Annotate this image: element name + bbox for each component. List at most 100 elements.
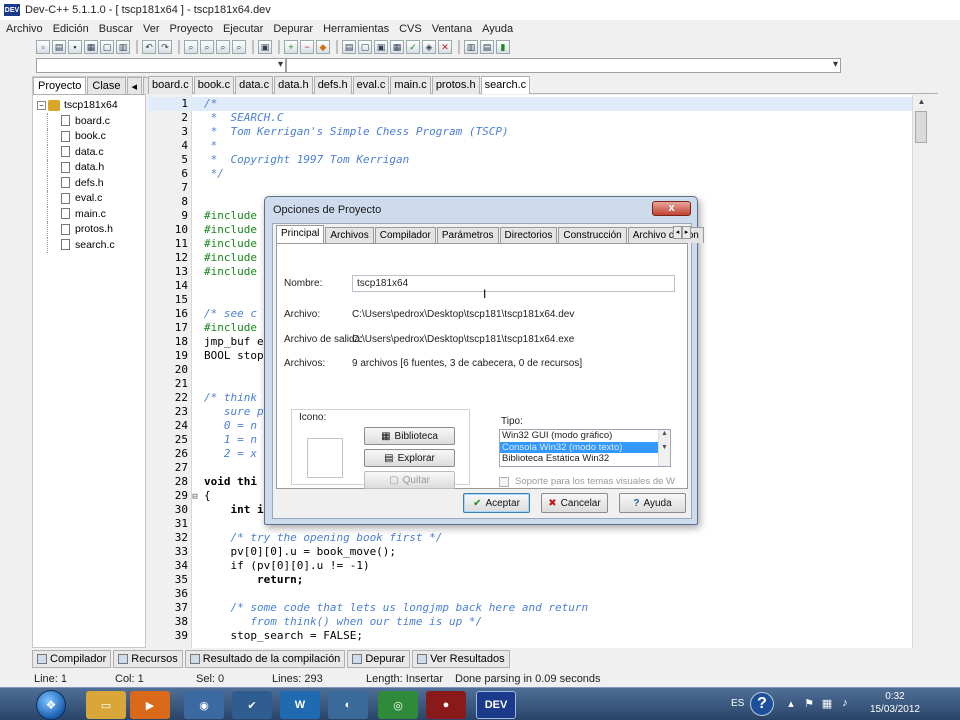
listbox-scrollbar[interactable]: ▲ ▼ xyxy=(658,430,670,466)
file-tab[interactable]: board.c xyxy=(148,76,193,94)
redo-icon[interactable]: ↷ xyxy=(158,40,172,54)
replace-icon[interactable]: ⌕ xyxy=(200,40,214,54)
cancelar-button[interactable]: ✖ Cancelar xyxy=(541,493,608,513)
tab-scroll-right-icon[interactable]: ▸ xyxy=(682,226,691,239)
tab-construccion[interactable]: Construcción xyxy=(558,227,627,243)
code-line[interactable]: 37 /* some code that lets us longjmp bac… xyxy=(148,601,912,615)
menu-cvs[interactable]: CVS xyxy=(399,23,422,35)
menu-proyecto[interactable]: Proyecto xyxy=(170,23,213,35)
find-icon[interactable]: ⌕ xyxy=(184,40,198,54)
compile-icon[interactable]: ▤ xyxy=(342,40,356,54)
code-line[interactable]: 36 xyxy=(148,587,912,601)
tree-file[interactable]: data.c xyxy=(33,144,145,160)
tab-principal[interactable]: Principal xyxy=(276,225,325,243)
explorar-button[interactable]: ▤ Explorar xyxy=(364,449,455,467)
tipo-option[interactable]: Win32 GUI (modo gráfico) xyxy=(500,430,670,442)
tab-compilador[interactable]: Compilador xyxy=(374,227,436,243)
file-tab[interactable]: book.c xyxy=(193,76,235,94)
save-icon[interactable]: ▪ xyxy=(68,40,82,54)
menu-edicion[interactable]: Edición xyxy=(53,23,89,35)
chrome-icon[interactable]: ◎ xyxy=(378,691,418,719)
tab-scroll-left-icon[interactable]: ◂ xyxy=(673,226,682,239)
tipo-option-selected[interactable]: Consola Win32 (modo texto) xyxy=(500,441,670,453)
code-line[interactable]: 3 * Tom Kerrigan's Simple Chess Program … xyxy=(148,125,912,139)
checkmark-app-icon[interactable]: ✔ xyxy=(232,691,272,719)
run-icon[interactable]: ▢ xyxy=(358,40,372,54)
code-line[interactable]: 39 stop_search = FALSE; xyxy=(148,629,912,643)
rebuild-all-icon[interactable]: ▦ xyxy=(390,40,404,54)
quitar-button[interactable]: ▢ Quitar xyxy=(364,471,455,489)
code-line[interactable]: 6 */ xyxy=(148,167,912,181)
tipo-option[interactable]: Biblioteca Estática Win32 xyxy=(500,453,670,465)
code-line[interactable]: 38 from think() when our time is up */ xyxy=(148,615,912,629)
code-line[interactable]: 1 /* xyxy=(148,97,912,111)
tray-arrow-icon[interactable]: ▴ xyxy=(784,697,798,711)
menu-ejecutar[interactable]: Ejecutar xyxy=(223,23,263,35)
code-line[interactable]: 34 if (pv[0][0].u != -1) xyxy=(148,559,912,573)
new-project-icon[interactable]: ▣ xyxy=(258,40,272,54)
biblioteca-button[interactable]: ▦ Biblioteca xyxy=(364,427,455,445)
code-line[interactable]: 35 return; xyxy=(148,573,912,587)
tree-file[interactable]: board.c xyxy=(33,113,145,129)
goto-line-icon[interactable]: ⌕ xyxy=(232,40,246,54)
help-icon[interactable]: ? xyxy=(750,692,774,716)
scroll-up-arrow-icon[interactable]: ▲ xyxy=(913,95,930,109)
file-tab[interactable]: main.c xyxy=(390,76,431,94)
help-icon[interactable]: ▤ xyxy=(480,40,494,54)
open-icon[interactable]: ▤ xyxy=(52,40,66,54)
tree-file[interactable]: data.h xyxy=(33,159,145,175)
tree-file[interactable]: eval.c xyxy=(33,190,145,206)
bookmark-icon[interactable]: ▮ xyxy=(496,40,510,54)
tab-parametros[interactable]: Parámetros xyxy=(436,227,499,243)
tray-volume-icon[interactable]: ♪ xyxy=(838,697,852,711)
code-line[interactable]: 33 pv[0][0].u = book_move(); xyxy=(148,545,912,559)
menu-buscar[interactable]: Buscar xyxy=(99,23,133,35)
undo-icon[interactable]: ↶ xyxy=(142,40,156,54)
tab-resultado[interactable]: Resultado de la compilación xyxy=(184,650,346,668)
tab-directorios[interactable]: Directorios xyxy=(499,227,558,243)
new-file-icon[interactable]: ▫ xyxy=(36,40,50,54)
menu-depurar[interactable]: Depurar xyxy=(273,23,313,35)
code-line[interactable]: 2 * SEARCH.C xyxy=(148,111,912,125)
member-combo[interactable] xyxy=(286,58,841,73)
code-line[interactable]: 7 xyxy=(148,181,912,195)
tab-archivos[interactable]: Archivos xyxy=(325,227,374,243)
tab-depurar[interactable]: Depurar xyxy=(347,650,411,668)
tab-recursos[interactable]: Recursos xyxy=(113,650,183,668)
tab-proyecto[interactable]: Proyecto xyxy=(33,77,87,94)
close-file-icon[interactable]: ▢ xyxy=(100,40,114,54)
menu-archivo[interactable]: Archivo xyxy=(6,23,43,35)
file-tab[interactable]: data.h xyxy=(274,76,313,94)
collapse-icon[interactable]: − xyxy=(37,100,46,110)
stop-icon[interactable]: ✕ xyxy=(438,40,452,54)
media-player-icon[interactable]: ▶ xyxy=(130,691,170,719)
tipo-listbox[interactable]: Win32 GUI (modo gráfico) Consola Win32 (… xyxy=(499,429,671,467)
tree-file[interactable]: search.c xyxy=(33,237,145,253)
remove-from-project-icon[interactable]: − xyxy=(300,40,314,54)
menu-ayuda[interactable]: Ayuda xyxy=(482,23,513,35)
menu-herramientas[interactable]: Herramientas xyxy=(323,23,389,35)
dialog-close-button[interactable]: x xyxy=(652,201,691,216)
tab-clase[interactable]: Clase xyxy=(87,77,126,94)
check-syntax-icon[interactable]: ✓ xyxy=(406,40,420,54)
code-line[interactable]: 5 * Copyright 1997 Tom Kerrigan xyxy=(148,153,912,167)
tab-scroll[interactable]: ◂ xyxy=(126,77,143,94)
devcpp-taskbar-icon[interactable]: DEV xyxy=(476,691,516,719)
tree-file[interactable]: protos.h xyxy=(33,221,145,237)
tree-root[interactable]: − tscp181x64 xyxy=(33,97,145,113)
explorer-icon[interactable]: ▭ xyxy=(86,691,126,719)
fold-marker-icon[interactable]: ⊟ xyxy=(188,490,202,504)
project-options-icon[interactable]: ◆ xyxy=(316,40,330,54)
add-to-project-icon[interactable]: + xyxy=(284,40,298,54)
language-indicator[interactable]: ES xyxy=(731,698,744,709)
clock[interactable]: 0:32 15/03/2012 xyxy=(870,690,920,716)
visual-themes-checkbox[interactable] xyxy=(499,477,509,487)
winamp-icon[interactable]: ◉ xyxy=(184,691,224,719)
tree-file[interactable]: defs.h xyxy=(33,175,145,191)
code-line[interactable]: 32 /* try the opening book first */ xyxy=(148,531,912,545)
file-tab[interactable]: eval.c xyxy=(352,76,390,94)
menu-ver[interactable]: Ver xyxy=(143,23,160,35)
code-line[interactable]: 4 * xyxy=(148,139,912,153)
print-icon[interactable]: ▥ xyxy=(116,40,130,54)
tray-flag-icon[interactable]: ⚑ xyxy=(802,697,816,711)
